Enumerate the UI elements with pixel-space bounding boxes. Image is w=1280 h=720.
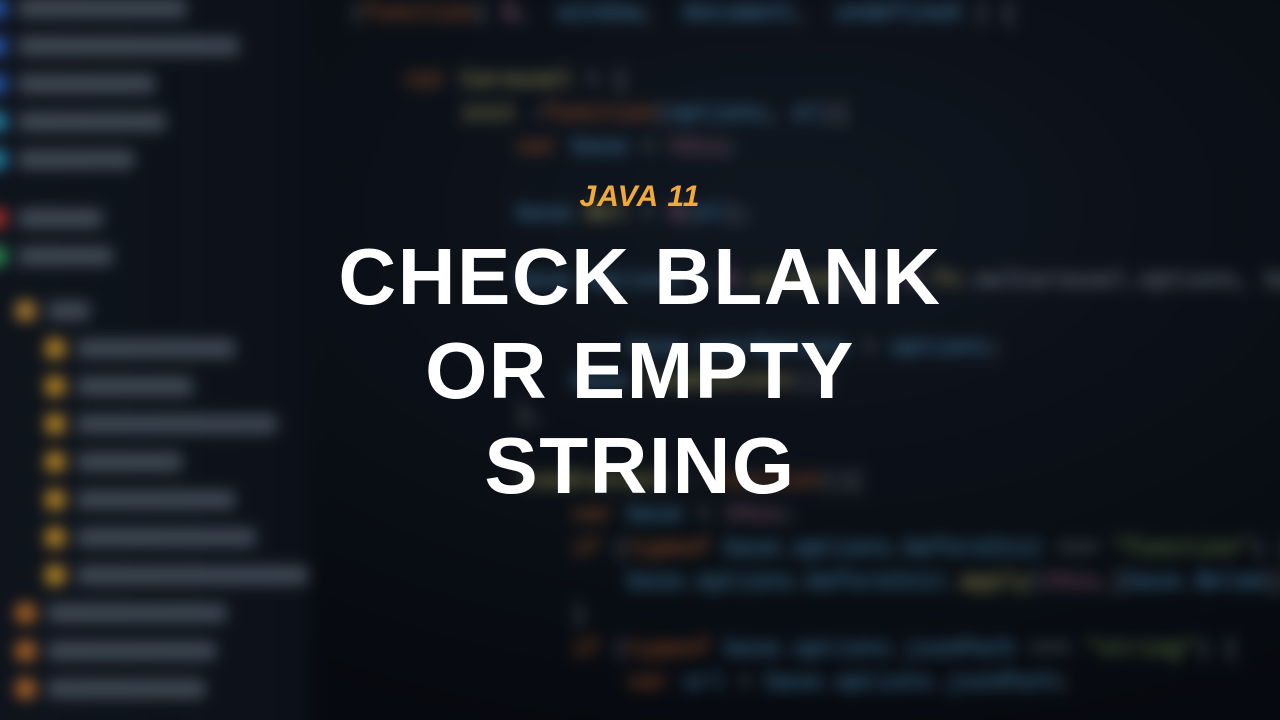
tree-item — [46, 560, 309, 592]
tree-item — [46, 522, 309, 554]
tree-item — [16, 635, 308, 667]
title-line-1: CHECK BLANK — [338, 230, 941, 324]
title-line-3: STRING — [338, 419, 941, 513]
tree-item — [0, 0, 308, 24]
tree-item — [16, 673, 308, 705]
tree-item — [16, 597, 308, 629]
title-line-2: OR EMPTY — [338, 324, 941, 418]
tree-item — [0, 144, 308, 176]
subtitle: JAVA 11 — [580, 180, 701, 214]
tree-item — [0, 106, 308, 138]
tree-item — [0, 30, 308, 61]
tree-item — [0, 68, 308, 99]
main-title: CHECK BLANK OR EMPTY STRING — [338, 230, 941, 513]
title-overlay: JAVA 11 CHECK BLANK OR EMPTY STRING — [0, 180, 1280, 513]
